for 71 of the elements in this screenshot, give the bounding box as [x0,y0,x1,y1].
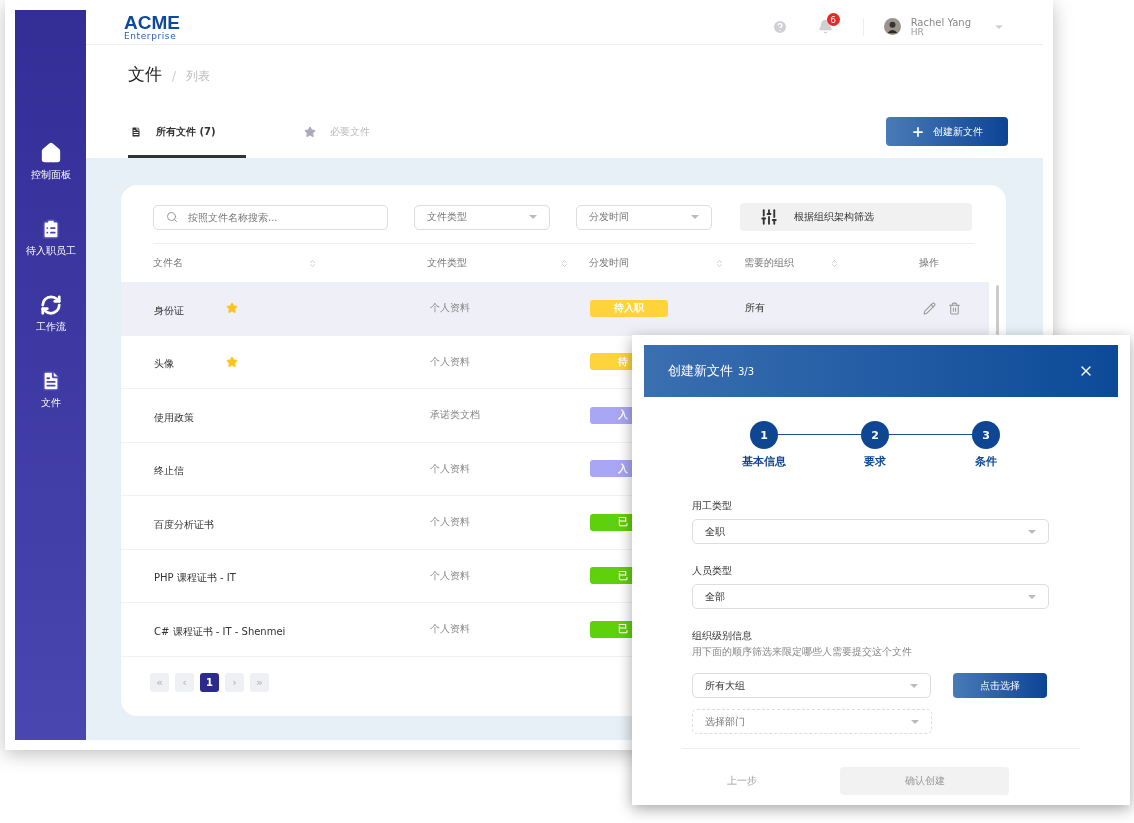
breadcrumb-separator: / [172,69,177,83]
step-number: 3 [972,421,1000,449]
sort-icon[interactable] [560,258,569,268]
dialog-title: 创建新文件 [668,362,733,380]
file-type: 个人资料 [429,301,471,316]
section-label: 组织级别信息 [692,629,753,643]
file-type: 个人资料 [429,622,471,637]
page-title: 文件 [128,63,162,86]
user-role: HR [910,27,925,38]
help-icon[interactable] [771,19,788,35]
group-select[interactable]: 所有大组 [692,673,932,698]
home-icon [39,142,62,164]
plus-icon [911,124,925,139]
select-field[interactable]: 全职 [692,519,1049,544]
step-number: 1 [750,421,778,449]
file-type: 个人资料 [429,461,471,476]
sidebar-item[interactable]: 待入职员工 [25,218,76,258]
edit-icon[interactable] [923,301,936,315]
status-tag: 待入职 [590,299,668,317]
column-header: 需要的组织 [744,256,794,270]
file-name: C# 课程证书 - IT - Shenmei [154,625,286,637]
sort-icon[interactable] [308,258,317,268]
sidebar-item[interactable]: 文件 [39,370,62,410]
file-name: 终止信 [154,465,184,477]
hint-text: 用下面的顺序筛选来限定哪些人需要提交这个文件 [692,645,913,659]
file-name: PHP 课程证书 - IT [154,572,236,584]
sidebar-item[interactable]: 控制面板 [30,142,71,182]
filter-dropdown[interactable]: 文件类型 [414,204,550,230]
field-label: 人员类型 [692,564,733,578]
file-type: 个人资料 [429,354,471,369]
choose-button[interactable]: 点击选择 [953,673,1047,698]
file-name: 使用政策 [154,411,194,423]
user-name: Rachel Yang [910,16,971,28]
org-cell-text: 所有 [745,301,766,316]
select-field[interactable]: 全部 [692,584,1049,609]
file-name: 头像 [154,358,174,370]
sliders-icon [760,208,778,226]
column-header: 文件类型 [427,256,467,270]
sort-icon[interactable] [830,258,839,268]
file-type: 个人资料 [429,568,471,583]
delete-icon[interactable] [948,301,961,315]
file-name: 百度分析证书 [154,518,214,530]
document-icon [130,126,142,138]
scrollbar[interactable] [996,285,999,335]
logo: ACME Enterprise [124,13,180,41]
file-type: 承诺类文档 [429,408,481,423]
step-count: 3/3 [738,365,755,377]
org-filter-button[interactable]: 根据组织架构筛选 [740,203,972,231]
step-label: 基本信息 [742,454,786,469]
bell-icon[interactable] [817,19,833,35]
create-file-button[interactable]: 创建新文件 [886,117,1008,146]
file-type: 个人资料 [429,515,471,530]
cycle-icon [39,294,62,316]
column-header: 分发时间 [589,256,629,270]
star-icon [304,126,316,138]
column-header: 操作 [919,256,939,270]
search-input[interactable]: 按照文件名称搜索... [186,205,375,229]
filter-dropdown[interactable]: 分发时间 [576,204,712,230]
avatar[interactable] [883,18,901,36]
notification-badge: 6 [826,13,840,27]
search-field[interactable]: 按照文件名称搜索... [153,204,388,230]
sort-icon[interactable] [715,258,724,268]
step-number: 2 [861,421,889,449]
table-row[interactable]: 身份证 个人资料 待入职 所有 [121,282,989,336]
column-header: 文件名 [153,256,183,270]
field-label: 用工类型 [692,499,733,513]
file-name: 身份证 [154,304,184,316]
step-label: 要求 [864,454,886,469]
sidebar-item[interactable]: 工作流 [35,294,66,334]
page-button[interactable]: 1 [200,673,219,692]
search-icon [166,211,178,223]
